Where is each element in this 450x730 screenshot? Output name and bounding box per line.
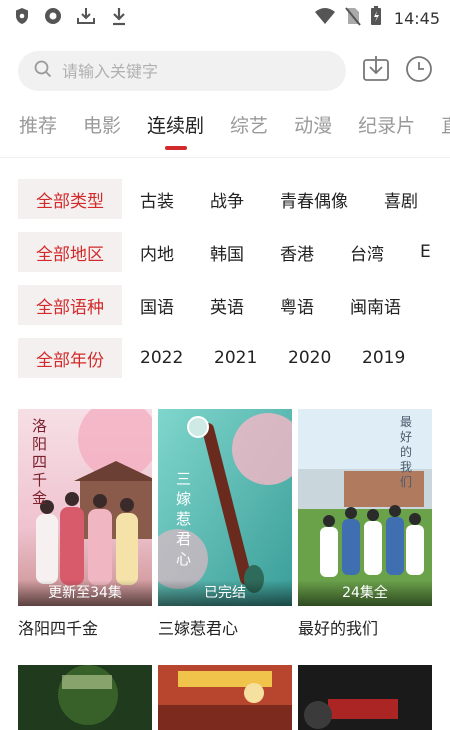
filter-region-all[interactable]: 全部地区 <box>18 232 122 272</box>
download-arrow-icon <box>110 6 128 30</box>
show-card[interactable]: 洛阳四千金 更新至34集 洛阳四千金 <box>18 409 152 639</box>
tab-documentary[interactable]: 纪录片 <box>358 106 415 150</box>
tab-movies[interactable]: 电影 <box>83 106 121 150</box>
tab-live[interactable]: 直 <box>441 106 450 150</box>
filter-option[interactable]: 闽南语 <box>350 293 402 318</box>
filter-row-year: 全部年份 2022 2021 2020 2019 <box>18 338 450 378</box>
status-bar: 14:45 <box>0 0 450 40</box>
download-button[interactable] <box>360 55 392 87</box>
filter-option[interactable]: 战争 <box>210 187 262 212</box>
filter-option[interactable]: E <box>420 242 450 262</box>
filter-option[interactable]: 韩国 <box>210 240 262 265</box>
filter-row-type: 全部类型 古装 战争 青春偶像 喜剧 <box>18 179 450 219</box>
category-tabs: 推荐 电影 连续剧 综艺 动漫 纪录片 直 <box>0 106 450 150</box>
show-poster[interactable] <box>298 665 432 730</box>
filter-option[interactable]: 2021 <box>214 348 270 368</box>
filter-language-all[interactable]: 全部语种 <box>18 285 122 325</box>
filter-option[interactable]: 青春偶像 <box>280 187 366 212</box>
show-poster[interactable] <box>158 665 292 730</box>
filter-option[interactable]: 古装 <box>140 187 192 212</box>
filter-option[interactable]: 内地 <box>140 240 192 265</box>
filter-type-all[interactable]: 全部类型 <box>18 179 122 219</box>
show-card[interactable]: 三嫁惹君心 已完结 三嫁惹君心 <box>158 409 292 639</box>
show-card[interactable] <box>18 665 152 730</box>
episode-badge: 更新至34集 <box>18 580 152 606</box>
history-button[interactable] <box>403 55 435 87</box>
shield-icon <box>14 7 30 29</box>
episode-badge: 已完结 <box>158 580 292 606</box>
show-title[interactable]: 洛阳四千金 <box>18 615 152 639</box>
filter-option[interactable]: 粤语 <box>280 293 332 318</box>
filter-row-region: 全部地区 内地 韩国 香港 台湾 E <box>18 232 450 272</box>
filter-option[interactable]: 英语 <box>210 293 262 318</box>
filter-panel: 全部类型 古装 战争 青春偶像 喜剧 全部地区 内地 韩国 香港 台湾 E 全部… <box>18 179 450 391</box>
show-poster[interactable] <box>18 665 152 730</box>
search-bar[interactable] <box>18 51 346 91</box>
history-clock-icon <box>405 55 433 87</box>
battery-icon <box>370 6 382 30</box>
search-icon <box>34 60 52 82</box>
filter-option[interactable]: 喜剧 <box>384 187 436 212</box>
search-input[interactable] <box>62 61 322 81</box>
status-time: 14:45 <box>393 8 440 28</box>
tab-recommended[interactable]: 推荐 <box>19 106 57 150</box>
show-card[interactable] <box>158 665 292 730</box>
filter-option[interactable]: 香港 <box>280 240 332 265</box>
filter-option[interactable]: 2022 <box>140 348 196 368</box>
show-card[interactable] <box>298 665 432 730</box>
show-card[interactable]: 最好的我们 24集全 最好的我们 <box>298 409 432 639</box>
show-title[interactable]: 最好的我们 <box>298 615 432 639</box>
show-poster[interactable]: 洛阳四千金 更新至34集 <box>18 409 152 606</box>
poster-title-art: 最好的我们 <box>400 415 413 489</box>
poster-title-art: 三嫁惹君心 <box>176 470 192 568</box>
episode-badge: 24集全 <box>298 580 432 606</box>
wifi-icon <box>314 7 336 29</box>
tab-variety[interactable]: 综艺 <box>230 106 268 150</box>
download-tray-icon <box>76 6 96 30</box>
show-poster[interactable]: 最好的我们 24集全 <box>298 409 432 606</box>
show-poster[interactable]: 三嫁惹君心 已完结 <box>158 409 292 606</box>
filter-option[interactable]: 国语 <box>140 293 192 318</box>
show-title[interactable]: 三嫁惹君心 <box>158 615 292 639</box>
filter-year-all[interactable]: 全部年份 <box>18 338 122 378</box>
poster-title-art: 洛阳四千金 <box>32 417 48 507</box>
filter-row-language: 全部语种 国语 英语 粤语 闽南语 <box>18 285 450 325</box>
filter-option[interactable]: 2019 <box>362 348 414 368</box>
no-sim-icon <box>344 6 362 30</box>
tabs-divider <box>0 157 450 158</box>
filter-option[interactable]: 台湾 <box>350 240 402 265</box>
tab-series[interactable]: 连续剧 <box>147 106 204 150</box>
filter-option[interactable]: 2020 <box>288 348 344 368</box>
circle-app-icon <box>44 7 62 29</box>
download-icon <box>362 55 390 87</box>
tab-anime[interactable]: 动漫 <box>294 106 332 150</box>
